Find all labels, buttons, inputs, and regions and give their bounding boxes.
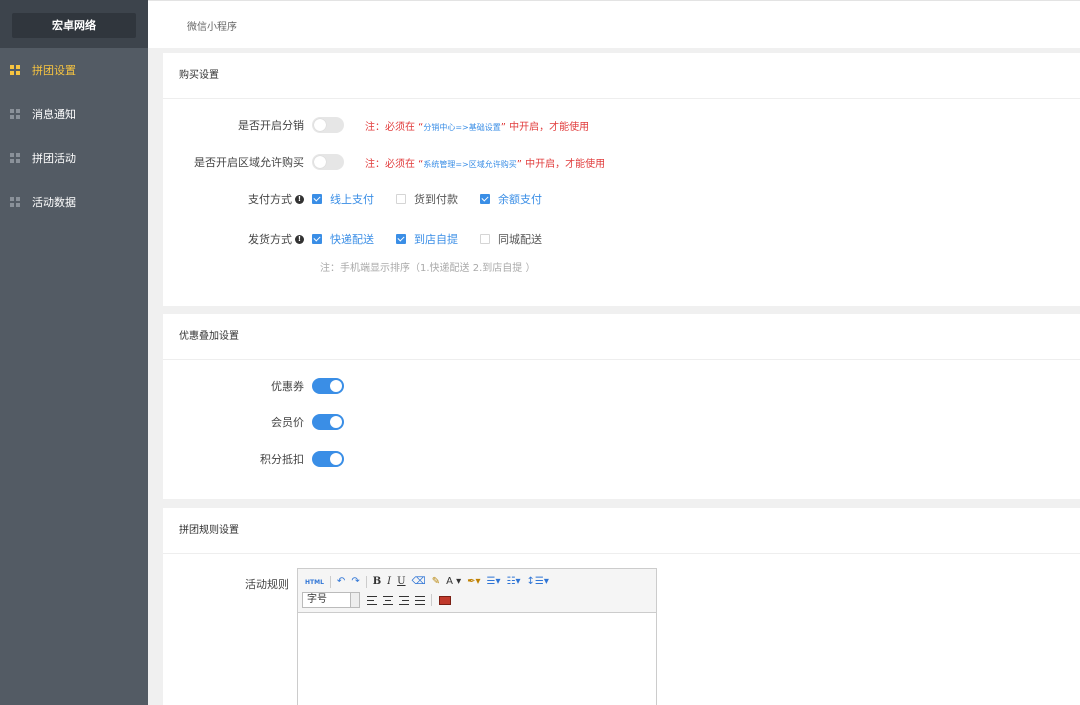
sidebar-item-label: 活动数据 [32,196,76,209]
shipping-method-row: 发货方式! 快递配送 到店自提 同城配送 [163,229,1080,249]
top-bar: 微信小程序 [148,0,1080,48]
info-icon[interactable]: ! [295,234,304,244]
shipping-hint: 注：手机端显示排序（1.快递配送 2.到店自提 ） [320,263,536,274]
font-size-select[interactable]: 字号 [302,592,360,608]
sidebar: 宏卓网络 拼团设置 消息通知 拼团活动 活动数据 [0,0,148,705]
sidebar-item-label: 拼团活动 [32,152,76,165]
shipping-express-checkbox[interactable]: 快递配送 [312,231,374,247]
field-label: 支付方式! [163,191,312,207]
info-icon[interactable]: ! [295,194,304,204]
text-color-button[interactable]: A ▾ [443,574,464,590]
editor-content-area[interactable] [298,613,656,705]
field-label: 积分抵扣 [260,453,304,466]
coupon-row: 优惠券 [163,376,1080,396]
purchase-settings-card: 购买设置 是否开启分销 注：必须在 “分销中心=>基础设置” 中开启，才能使用 … [163,53,1080,306]
sidebar-item-group-settings[interactable]: 拼团设置 [0,48,148,92]
member-price-toggle[interactable] [312,414,344,430]
underline-button[interactable]: U [394,574,408,590]
field-label: 发货方式! [163,231,312,247]
activity-rules-row: 活动规则 [163,574,312,594]
payment-method-row: 支付方式! 线上支付 货到付款 余额支付 [163,189,1080,209]
eraser-icon[interactable]: ⌫ [409,574,429,590]
group-rules-card: 拼团规则设置 活动规则 HTML ↶ ↷ B I U ⌫ ✎ A ▾ ✒▾ ☰▾… [163,508,1080,705]
payment-cod-checkbox[interactable]: 货到付款 [396,191,458,207]
brand-logo[interactable]: 宏卓网络 [12,13,136,38]
warning-note: 注：必须在 “系统管理=>区域允许购买” 中开启，才能使用 [365,158,606,170]
toolbar-row-1: HTML ↶ ↷ B I U ⌫ ✎ A ▾ ✒▾ ☰▾ ☷▾ ↕☰▾ [302,573,652,591]
field-label: 会员价 [271,416,304,429]
grid-icon [10,197,20,207]
italic-button[interactable]: I [384,574,394,590]
align-left-icon[interactable] [367,595,377,605]
discount-stacking-card: 优惠叠加设置 优惠券 会员价 积分抵扣 [163,314,1080,499]
grid-icon [10,153,20,163]
breadcrumb[interactable]: 微信小程序 [187,18,237,33]
redo-icon[interactable]: ↷ [348,574,362,590]
sidebar-item-label: 消息通知 [32,108,76,121]
section-title: 拼团规则设置 [163,508,1080,554]
distribution-toggle[interactable] [312,117,344,133]
payment-balance-checkbox[interactable]: 余额支付 [480,191,542,207]
warning-note: 注：必须在 “分销中心=>基础设置” 中开启，才能使用 [365,121,590,133]
payment-online-checkbox[interactable]: 线上支付 [312,191,374,207]
grid-icon [10,65,20,75]
points-deduction-row: 积分抵扣 [163,449,1080,469]
sidebar-item-group-activities[interactable]: 拼团活动 [0,136,148,180]
sidebar-item-notifications[interactable]: 消息通知 [0,92,148,136]
region-purchase-row: 是否开启区域允许购买 注：必须在 “系统管理=>区域允许购买” 中开启，才能使用 [163,152,1080,172]
shipping-pickup-checkbox[interactable]: 到店自提 [396,231,458,247]
format-brush-icon[interactable]: ✎ [429,574,443,590]
html-source-button[interactable]: HTML [302,579,327,586]
section-title: 购买设置 [163,53,1080,99]
rich-text-editor: HTML ↶ ↷ B I U ⌫ ✎ A ▾ ✒▾ ☰▾ ☷▾ ↕☰▾ 字号 [297,568,657,705]
unordered-list-icon[interactable]: ☷▾ [504,574,524,590]
member-price-row: 会员价 [163,412,1080,432]
undo-icon[interactable]: ↶ [334,574,348,590]
grid-icon [10,109,20,119]
align-justify-icon[interactable] [415,595,425,605]
distribution-row: 是否开启分销 注：必须在 “分销中心=>基础设置” 中开启，才能使用 [163,115,1080,135]
sidebar-item-activity-data[interactable]: 活动数据 [0,180,148,224]
toolbar-row-2: 字号 [302,591,652,609]
align-center-icon[interactable] [383,595,393,605]
sidebar-item-label: 拼团设置 [32,64,76,77]
shipping-local-checkbox[interactable]: 同城配送 [480,231,542,247]
field-label: 活动规则 [245,578,289,591]
brand-area: 宏卓网络 [0,0,148,48]
field-label: 是否开启区域允许购买 [194,156,304,169]
ordered-list-icon[interactable]: ☰▾ [484,574,504,590]
region-purchase-toggle[interactable] [312,154,344,170]
highlight-color-icon[interactable]: ✒▾ [464,574,483,590]
align-right-icon[interactable] [399,595,409,605]
insert-image-icon[interactable] [439,595,451,605]
coupon-toggle[interactable] [312,378,344,394]
section-title: 优惠叠加设置 [163,314,1080,360]
line-height-icon[interactable]: ↕☰▾ [524,574,552,590]
points-deduction-toggle[interactable] [312,451,344,467]
field-label: 优惠券 [271,380,304,393]
field-label: 是否开启分销 [238,119,304,132]
bold-button[interactable]: B [370,574,384,590]
editor-toolbar: HTML ↶ ↷ B I U ⌫ ✎ A ▾ ✒▾ ☰▾ ☷▾ ↕☰▾ 字号 [298,569,656,613]
